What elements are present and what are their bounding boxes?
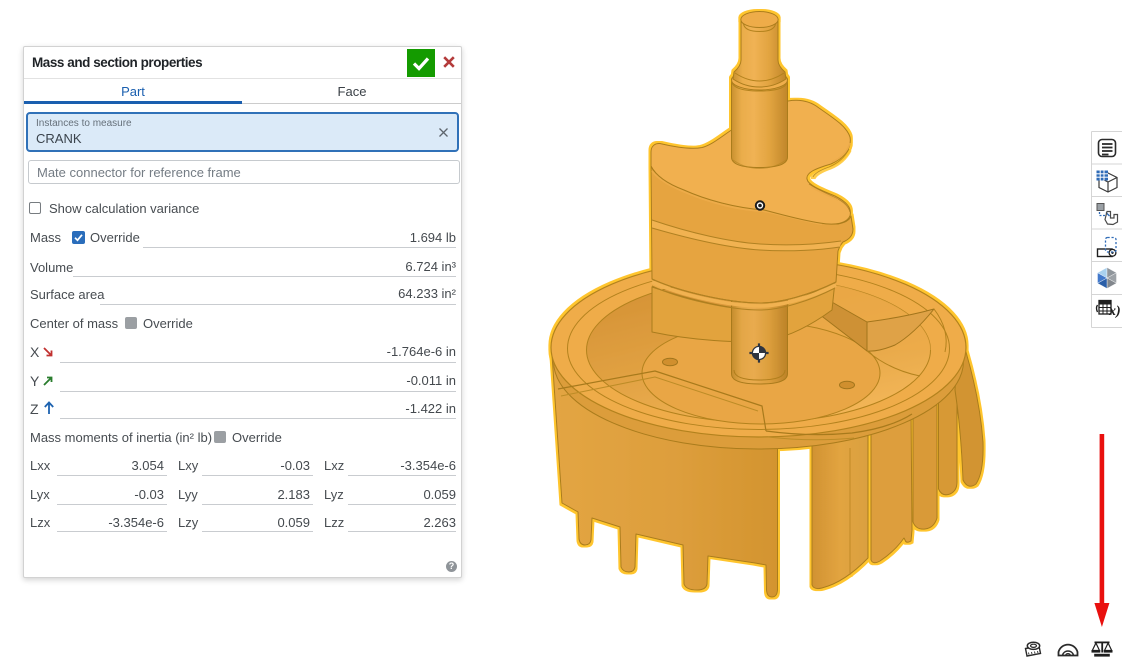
svg-text:x): x) [1108,304,1121,319]
